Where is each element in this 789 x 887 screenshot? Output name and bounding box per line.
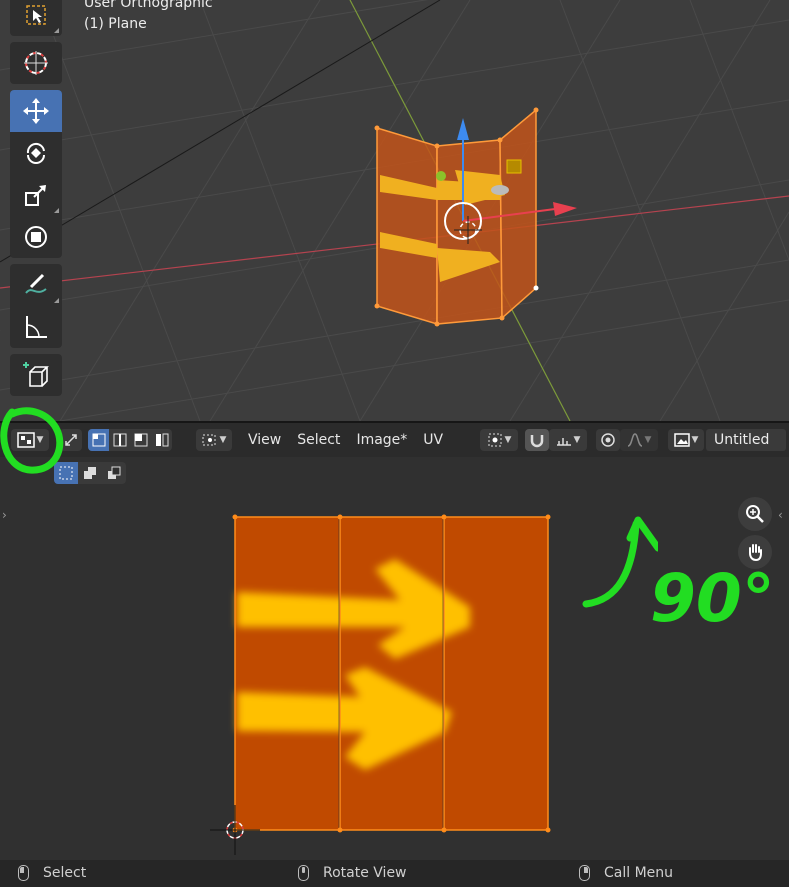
zoom-icon [746, 505, 764, 523]
3d-viewport[interactable]: User Orthographic (1) Plane [0, 0, 789, 421]
annotate-icon [25, 273, 47, 294]
sync-arrows-icon [65, 434, 77, 446]
pivot-point-button[interactable]: ▼ [480, 429, 518, 451]
edge-select-button[interactable] [109, 429, 130, 451]
falloff-button[interactable]: ▼ [620, 429, 658, 451]
uv-editor: ▼ ▼ View Select Image* UV ▼ ▼ ▼ ▼ Untitl… [0, 423, 789, 860]
add-cube-tool[interactable] [10, 354, 62, 396]
move-tool[interactable] [10, 90, 62, 132]
menu-image[interactable]: Image* [348, 432, 415, 448]
select-box-tool[interactable] [10, 0, 62, 36]
face-mode-icon [134, 433, 147, 447]
toolbar-expand-icon[interactable]: › [2, 508, 7, 522]
cursor-tool[interactable] [10, 42, 62, 84]
scale-icon [25, 185, 46, 206]
chevron-down-icon: ▼ [504, 435, 512, 445]
rotate-tool[interactable] [10, 132, 62, 174]
chevron-down-icon: ▼ [219, 435, 227, 445]
uv-canvas[interactable]: › ‹ [0, 457, 789, 860]
cursor-icon [24, 51, 48, 75]
browse-image-button[interactable]: ▼ [668, 429, 704, 451]
transform-tool[interactable] [10, 216, 62, 258]
mouse-middle-icon [298, 865, 309, 881]
status-select: Select [18, 865, 86, 881]
mouse-left-icon [18, 865, 29, 881]
snap-target-button[interactable]: ▼ [549, 429, 587, 451]
falloff-curve-icon [627, 433, 642, 447]
menu-view[interactable]: View [240, 432, 289, 448]
pivot-icon [488, 433, 502, 447]
face-select-button[interactable] [130, 429, 151, 451]
tool-group-annotate [10, 264, 62, 348]
move-icon [23, 98, 49, 124]
magnet-icon [530, 435, 544, 448]
proportional-edit-toggle[interactable] [596, 429, 620, 451]
select-box-icon [26, 5, 46, 25]
sync-selection-button[interactable] [60, 429, 82, 451]
blender-window: User Orthographic (1) Plane ▼ ▼ View Sel… [0, 0, 789, 887]
proportional-edit-icon [601, 433, 615, 447]
vertex-mode-icon [92, 433, 105, 447]
vertex-select-button[interactable] [88, 429, 109, 451]
add-cube-icon [23, 362, 49, 387]
tool-group-cursor [10, 42, 62, 84]
mouse-right-icon [579, 865, 590, 881]
sidebar-expand-icon[interactable]: ‹ [778, 508, 783, 522]
status-rotate-view: Rotate View [298, 865, 407, 881]
tool-group-select [10, 0, 62, 36]
object-label: (1) Plane [84, 16, 147, 32]
measure-icon [26, 316, 47, 338]
transform-icon [25, 226, 47, 248]
edge-mode-icon [113, 433, 126, 447]
status-bar: Select Rotate View Call Menu [0, 860, 789, 887]
select-mode-group [88, 429, 172, 451]
uv-editor-icon [16, 432, 35, 448]
tool-group-transform [10, 90, 62, 258]
editor-type-button[interactable]: ▼ [11, 429, 49, 451]
status-select-label: Select [43, 865, 87, 881]
sticky-select-icon [202, 434, 216, 446]
status-menu-label: Call Menu [604, 865, 674, 881]
annotate-tool[interactable] [10, 264, 62, 306]
chevron-down-icon: ▼ [573, 435, 581, 445]
zoom-view-button[interactable] [738, 497, 772, 531]
sticky-selection-button[interactable]: ▼ [196, 429, 232, 451]
snap-toggle[interactable] [525, 429, 549, 451]
scale-tool[interactable] [10, 174, 62, 216]
menu-bar: View Select Image* UV [240, 423, 451, 457]
status-call-menu: Call Menu [579, 865, 673, 881]
image-icon [673, 433, 690, 447]
chevron-down-icon: ▼ [644, 435, 652, 445]
view-label: User Orthographic [84, 0, 213, 11]
measure-tool[interactable] [10, 306, 62, 348]
uv-texture-image [235, 517, 548, 830]
chevron-down-icon: ▼ [691, 435, 699, 445]
tool-shelf [10, 0, 62, 402]
tool-group-add [10, 354, 62, 396]
uv-editor-header: ▼ ▼ View Select Image* UV ▼ ▼ ▼ ▼ Untitl… [0, 423, 789, 457]
snap-increment-icon [556, 438, 571, 446]
plane-object[interactable] [374, 107, 539, 327]
viewport-grid [0, 0, 789, 421]
hand-icon [749, 544, 762, 562]
menu-uv[interactable]: UV [415, 432, 451, 448]
rotate-icon [26, 142, 45, 164]
pan-view-button[interactable] [738, 535, 772, 569]
status-rotate-label: Rotate View [323, 865, 407, 881]
menu-select[interactable]: Select [289, 432, 348, 448]
image-name-field[interactable]: Untitled [706, 429, 786, 451]
chevron-down-icon: ▼ [36, 435, 44, 445]
island-mode-icon [155, 433, 168, 447]
island-select-button[interactable] [151, 429, 172, 451]
